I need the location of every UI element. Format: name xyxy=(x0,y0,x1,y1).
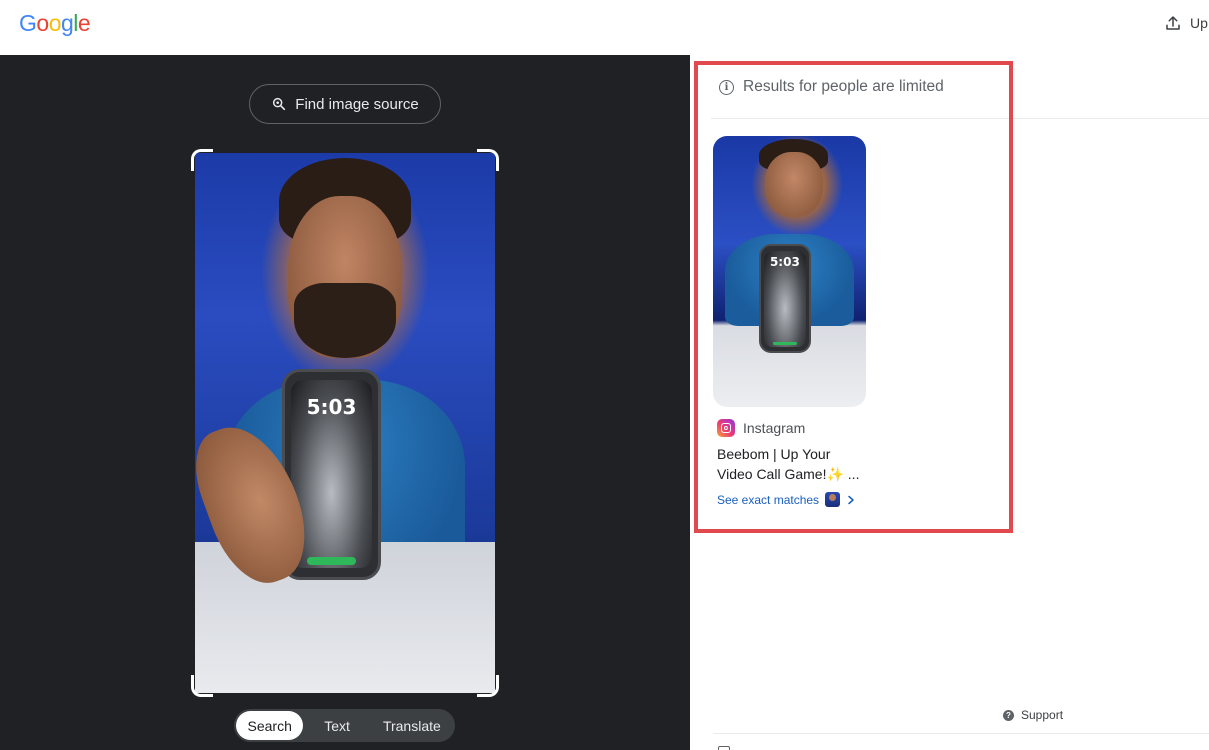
logo-letter: e xyxy=(77,10,91,36)
logo-letter: o xyxy=(36,10,49,36)
query-image: 5:03 xyxy=(195,153,495,693)
crop-handle-bottom-left[interactable] xyxy=(191,675,213,697)
highlight-box xyxy=(694,61,1013,533)
divider xyxy=(1000,118,1209,119)
divider xyxy=(713,733,1209,734)
help-circle-icon: ? xyxy=(1003,709,1014,721)
support-label: Support xyxy=(1021,708,1064,722)
crop-selection[interactable]: 5:03 xyxy=(191,149,499,697)
logo-letter: G xyxy=(19,10,37,36)
upload-button[interactable]: Up xyxy=(1164,14,1208,32)
mode-switcher: Search Text Translate xyxy=(234,709,455,742)
support-link[interactable]: ? Support xyxy=(1003,708,1063,722)
phone-time: 5:03 xyxy=(306,395,357,420)
crop-handle-bottom-right[interactable] xyxy=(477,675,499,697)
lens-search-icon xyxy=(273,97,286,111)
logo-letter: o xyxy=(48,10,62,36)
mode-text[interactable]: Text xyxy=(303,711,370,740)
find-image-source-button[interactable]: Find image source xyxy=(249,84,441,124)
crop-handle-top-left[interactable] xyxy=(191,149,213,171)
upload-icon xyxy=(1166,16,1180,30)
feedback-icon[interactable] xyxy=(718,746,730,750)
upload-label: Up xyxy=(1190,15,1208,31)
mode-search[interactable]: Search xyxy=(236,711,304,740)
top-bar: Google Up xyxy=(0,0,1209,55)
logo-letter: g xyxy=(60,10,74,36)
crop-handle-top-right[interactable] xyxy=(477,149,499,171)
find-image-source-label: Find image source xyxy=(295,95,419,113)
google-logo[interactable]: Google xyxy=(19,10,91,37)
mode-translate[interactable]: Translate xyxy=(371,711,453,740)
